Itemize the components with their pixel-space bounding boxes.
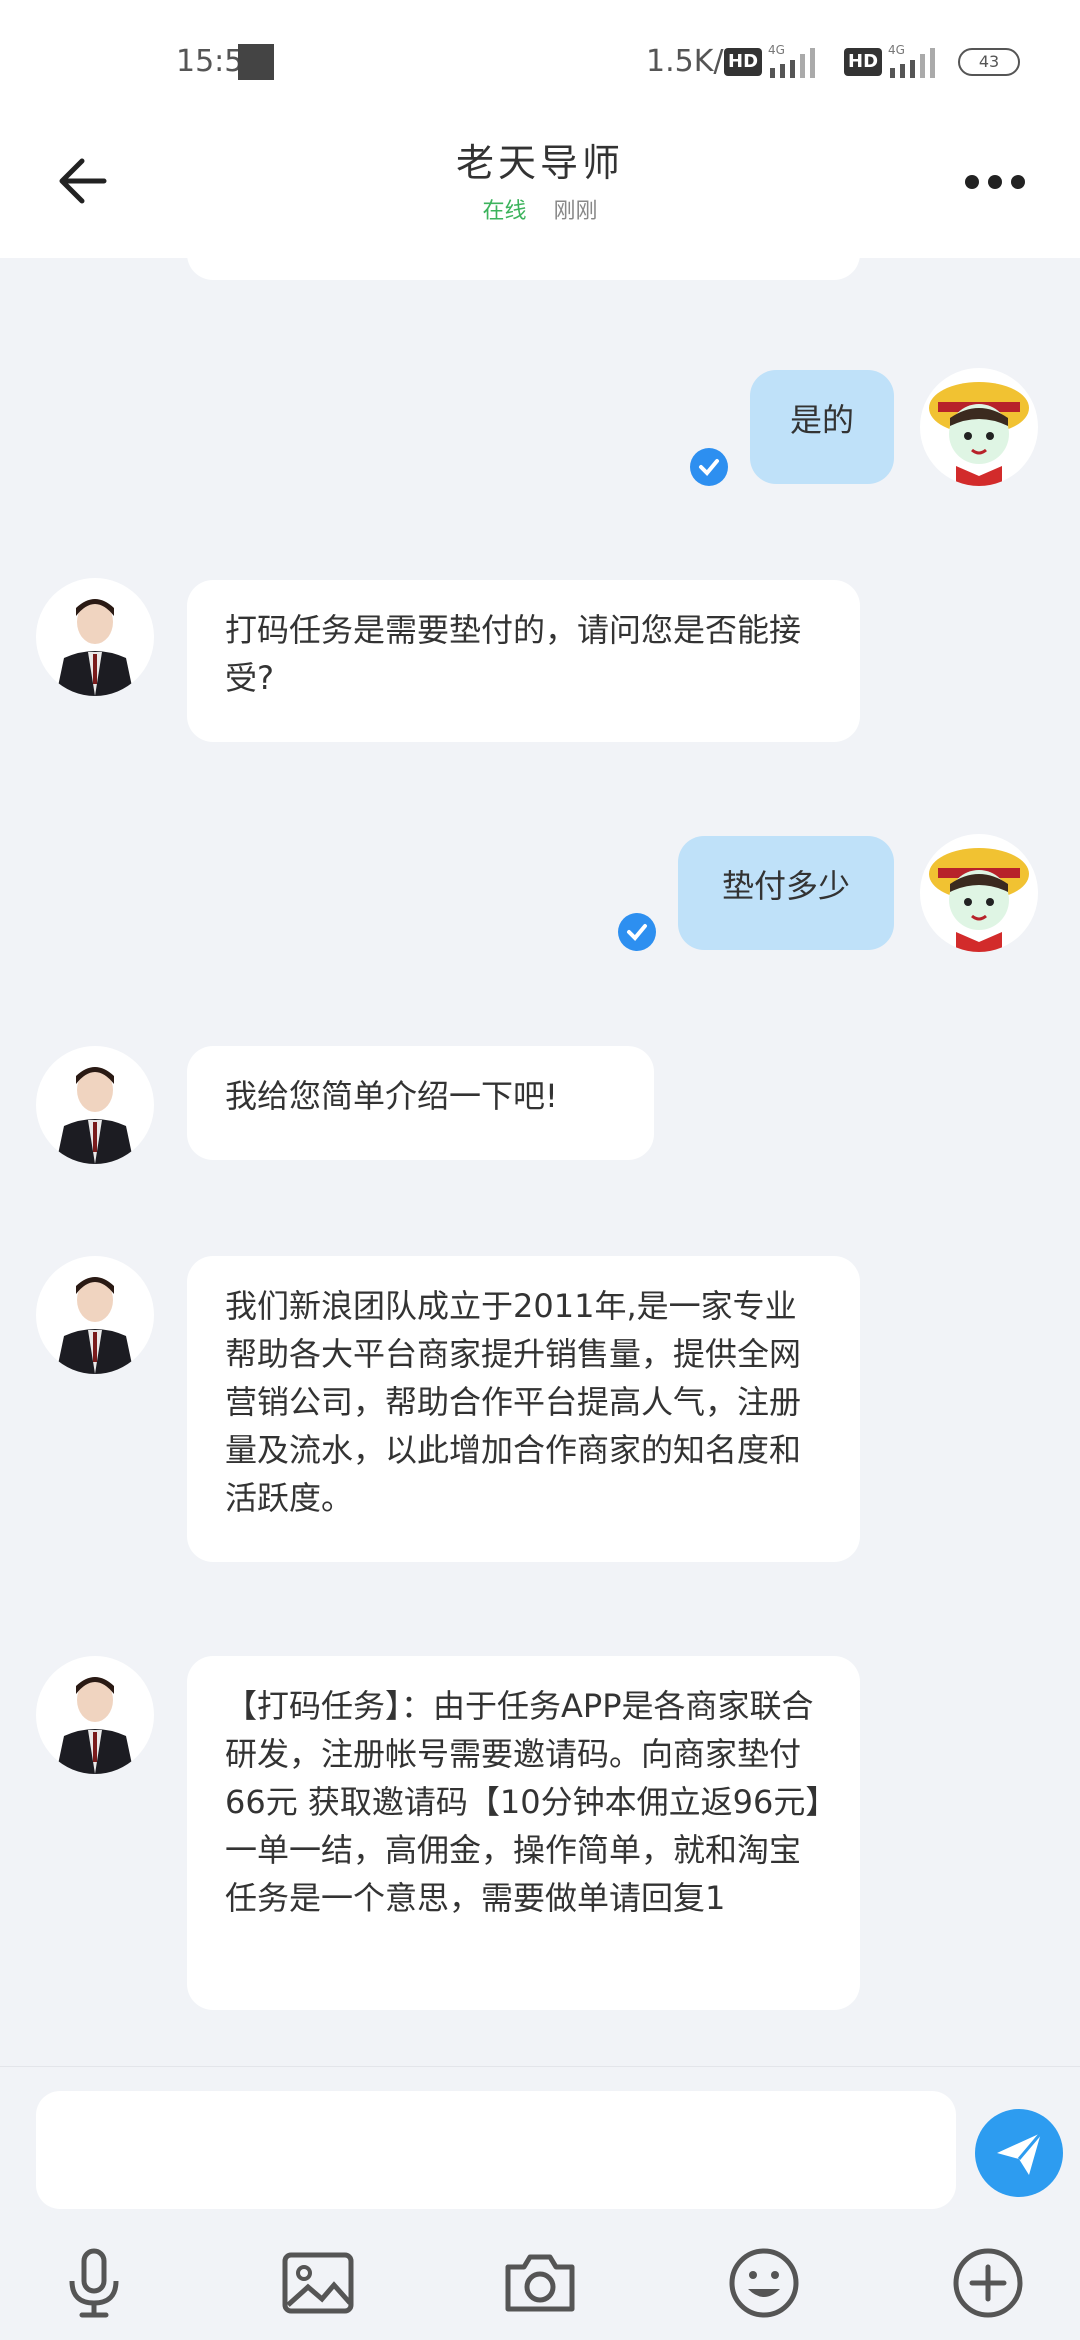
- contact-avatar[interactable]: [36, 1656, 154, 1774]
- image-icon[interactable]: [280, 2245, 356, 2321]
- plus-icon[interactable]: [950, 2245, 1026, 2321]
- signal-icon: 4G: [768, 43, 815, 78]
- network-type: 4G: [768, 43, 785, 57]
- message-input[interactable]: [36, 2091, 956, 2209]
- camera-icon[interactable]: [502, 2245, 578, 2321]
- battery-icon: 43: [958, 48, 1020, 76]
- chat-header: 老天导师 在线 刚刚: [0, 120, 1080, 258]
- message-text: 我给您简单介绍一下吧!: [225, 1077, 558, 1115]
- incoming-message-bubble[interactable]: 【打码任务】：由于任务APP是各商家联合研发，注册帐号需要邀请码。向商家垫付66…: [187, 1656, 860, 2010]
- message-text: 我们新浪团队成立于2011年,是一家专业帮助各大平台商家提升销售量，提供全网营销…: [225, 1287, 802, 1517]
- message-list[interactable]: 是的 打码任务是需要垫付的，请问您是否能接受? 垫付多少 我给您简单介绍一下吧!…: [0, 258, 1080, 2066]
- network-type-2: 4G: [888, 43, 905, 57]
- my-avatar[interactable]: [920, 368, 1038, 486]
- my-avatar[interactable]: [920, 834, 1038, 952]
- send-icon: [997, 2132, 1043, 2175]
- online-status: 在线: [482, 199, 527, 224]
- last-seen: 刚刚: [553, 199, 598, 224]
- status-bar: 15:51 1.5K/s HD 4G HD 4G 43: [0, 0, 1080, 120]
- incoming-message-bubble[interactable]: 我们新浪团队成立于2011年,是一家专业帮助各大平台商家提升销售量，提供全网营销…: [187, 1256, 860, 1562]
- contact-status: 在线 刚刚: [340, 193, 740, 225]
- incoming-message-bubble[interactable]: 我给您简单介绍一下吧!: [187, 1046, 654, 1160]
- message-text: 打码任务是需要垫付的，请问您是否能接受?: [225, 611, 802, 697]
- send-button[interactable]: [975, 2109, 1063, 2197]
- read-check-icon: [618, 913, 656, 951]
- more-options-icon[interactable]: [960, 162, 1030, 202]
- chat-title-block: 老天导师 在线 刚刚: [340, 132, 740, 225]
- composer-bar: [0, 2066, 1080, 2340]
- contact-avatar[interactable]: [36, 578, 154, 696]
- back-arrow-icon[interactable]: [50, 146, 120, 216]
- message-text: 垫付多少: [721, 867, 850, 905]
- contact-name: 老天导师: [455, 141, 624, 185]
- microphone-icon[interactable]: [56, 2245, 132, 2321]
- contact-avatar[interactable]: [36, 1046, 154, 1164]
- read-check-icon: [690, 448, 728, 486]
- hd-badge-2: HD: [844, 48, 883, 76]
- outgoing-message-bubble[interactable]: 垫付多少: [678, 836, 894, 950]
- contact-avatar[interactable]: [36, 1256, 154, 1374]
- signal-icon-2: 4G: [888, 43, 935, 78]
- notification-icon: [238, 44, 274, 80]
- message-text: 是的: [789, 401, 854, 439]
- emoji-icon[interactable]: [726, 2245, 802, 2321]
- incoming-message-bubble[interactable]: 打码任务是需要垫付的，请问您是否能接受?: [187, 580, 860, 742]
- message-text: 【打码任务】：由于任务APP是各商家联合研发，注册帐号需要邀请码。向商家垫付66…: [225, 1687, 822, 1917]
- outgoing-message-bubble[interactable]: 是的: [750, 370, 894, 484]
- previous-message-bubble: [187, 258, 860, 280]
- hd-badge: HD: [724, 48, 763, 76]
